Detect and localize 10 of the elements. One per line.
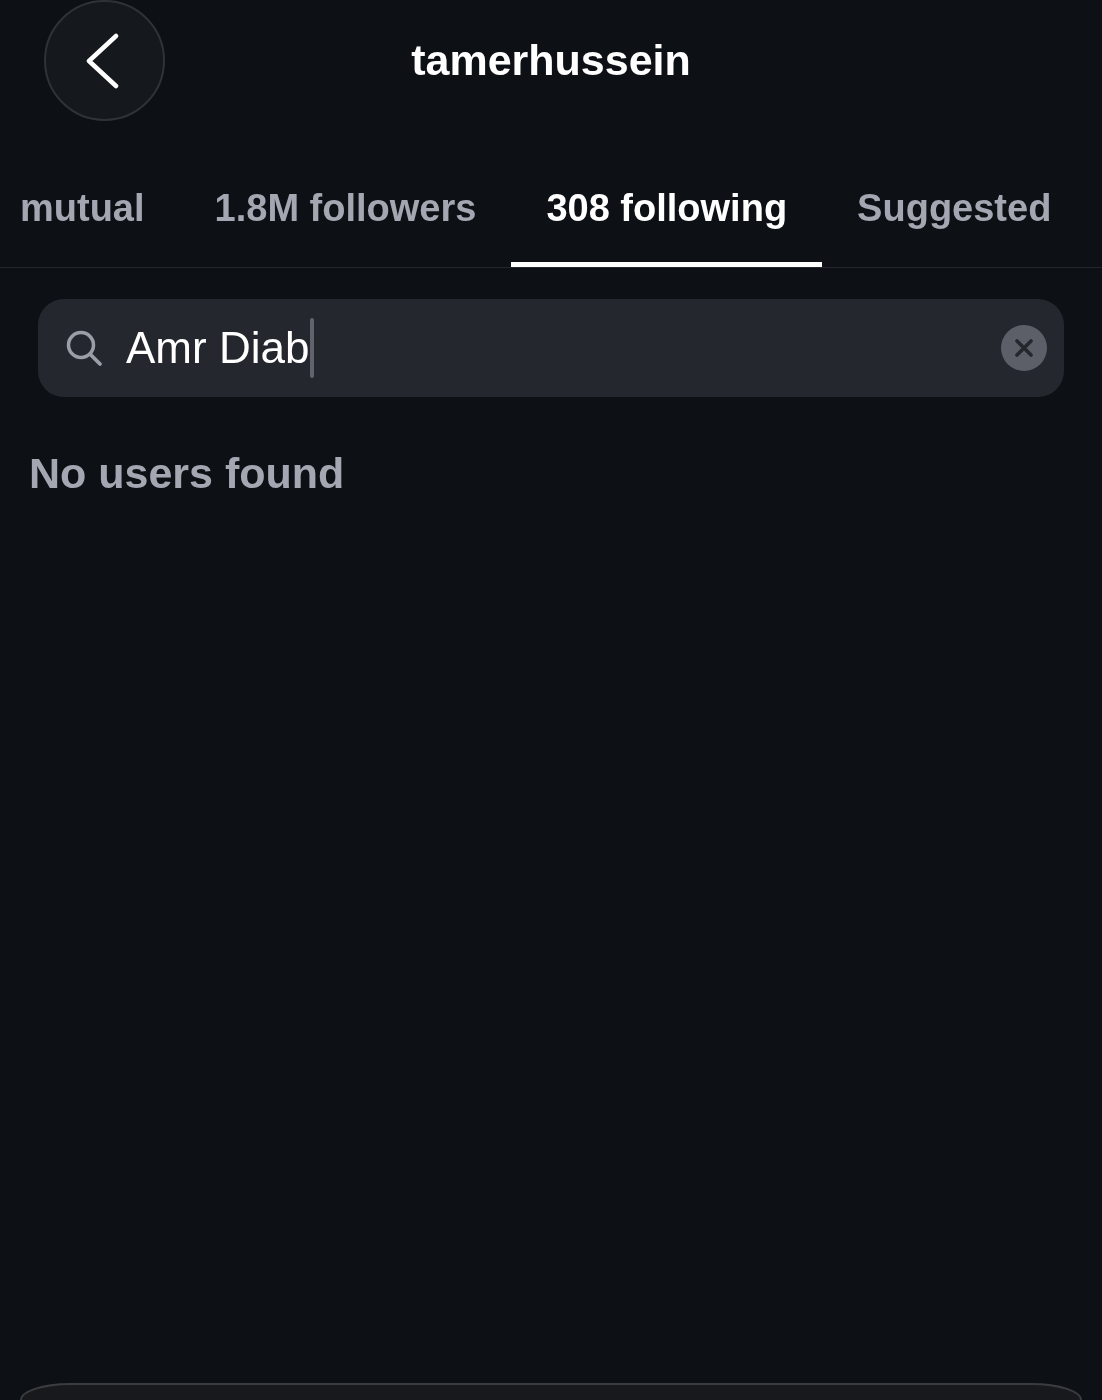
tab[interactable]: 1.8M followers [179, 150, 512, 267]
tab[interactable]: Suggested [822, 150, 1087, 267]
tab[interactable]: 308 following [511, 150, 823, 267]
tab[interactable]: mutual [0, 150, 180, 267]
search-query-text: Amr Diab [126, 323, 310, 373]
profile-username: tamerhussein [411, 35, 691, 86]
back-icon [84, 32, 119, 89]
no-results-message: No users found [29, 448, 345, 498]
search-field[interactable]: Amr Diab [38, 299, 1064, 397]
search-icon [65, 329, 103, 367]
